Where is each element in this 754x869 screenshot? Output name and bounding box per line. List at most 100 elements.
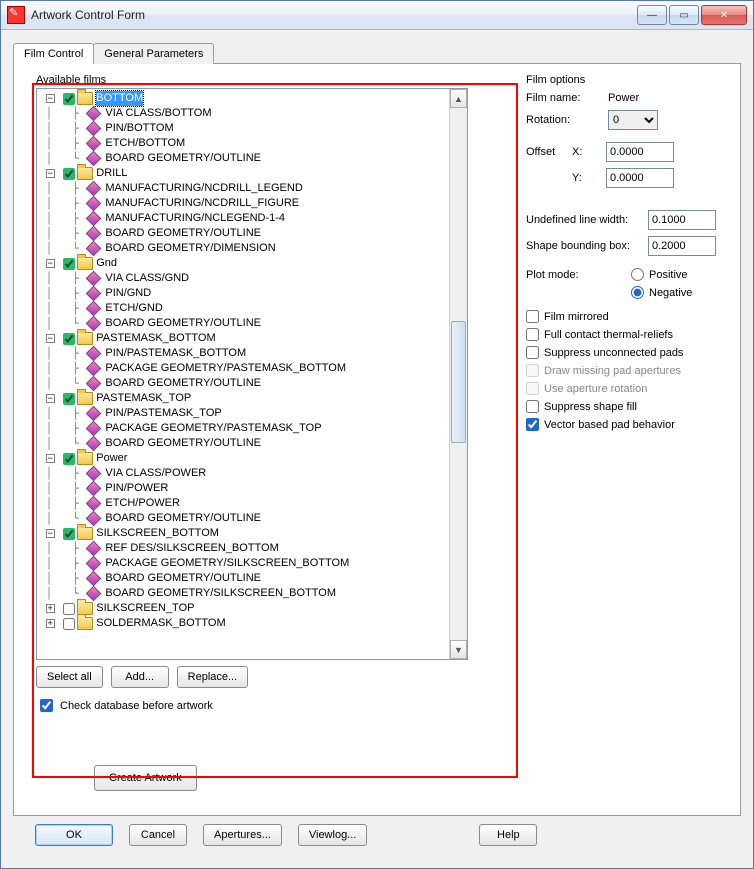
aperture-rotation-label: Use aperture rotation [544, 383, 647, 395]
tree-leaf[interactable]: │ ├ MANUFACTURING/NCDRILL_FIGURE [39, 196, 449, 211]
folder-open-icon [77, 392, 93, 405]
folder-checkbox[interactable] [63, 453, 75, 465]
select-all-button[interactable]: Select all [36, 666, 103, 688]
tree-leaf[interactable]: │ ├ MANUFACTURING/NCDRILL_LEGEND [39, 181, 449, 196]
tree-folder-pastemask-top[interactable]: − PASTEMASK_TOP [39, 391, 449, 406]
suppress-pads-checkbox[interactable] [526, 346, 539, 359]
offset-x-input[interactable] [606, 142, 674, 162]
folder-open-icon [77, 92, 93, 105]
tree-label[interactable]: BOTTOM [96, 91, 143, 106]
help-button[interactable]: Help [479, 824, 537, 846]
tree-leaf[interactable]: │ ├ VIA CLASS/GND [39, 271, 449, 286]
close-button[interactable]: ✕ [701, 5, 747, 25]
layer-icon [86, 586, 102, 602]
tree-leaf[interactable]: │ ├ MANUFACTURING/NCLEGEND-1-4 [39, 211, 449, 226]
folder-checkbox[interactable] [63, 603, 75, 615]
tree-leaf[interactable]: │ ├ PACKAGE GEOMETRY/PASTEMASK_BOTTOM [39, 361, 449, 376]
check-database-checkbox[interactable] [40, 699, 53, 712]
folder-checkbox[interactable] [63, 528, 75, 540]
cancel-button[interactable]: Cancel [129, 824, 187, 846]
collapse-icon[interactable]: − [46, 94, 55, 103]
collapse-icon[interactable]: − [46, 529, 55, 538]
tree-leaf[interactable]: │ ├ BOARD GEOMETRY/OUTLINE [39, 226, 449, 241]
folder-checkbox[interactable] [63, 618, 75, 630]
tree-leaf[interactable]: │ └ BOARD GEOMETRY/SILKSCREEN_BOTTOM [39, 586, 449, 601]
tree-leaf[interactable]: │ └ BOARD GEOMETRY/OUTLINE [39, 151, 449, 166]
folder-checkbox[interactable] [63, 168, 75, 180]
plot-mode-negative-radio[interactable] [631, 286, 644, 299]
tree-leaf[interactable]: │ ├ PIN/PASTEMASK_BOTTOM [39, 346, 449, 361]
collapse-icon[interactable]: − [46, 169, 55, 178]
folder-checkbox[interactable] [63, 333, 75, 345]
tree-leaf[interactable]: │ └ BOARD GEOMETRY/OUTLINE [39, 316, 449, 331]
plot-mode-positive-radio[interactable] [631, 268, 644, 281]
tree-leaf[interactable]: │ ├ PIN/POWER [39, 481, 449, 496]
tree-leaf[interactable]: │ └ BOARD GEOMETRY/OUTLINE [39, 376, 449, 391]
suppress-shape-checkbox[interactable] [526, 400, 539, 413]
layer-icon [86, 481, 102, 497]
tree-leaf[interactable]: │ ├ PIN/BOTTOM [39, 121, 449, 136]
tree-leaf[interactable]: │ ├ VIA CLASS/BOTTOM [39, 106, 449, 121]
collapse-icon[interactable]: − [46, 334, 55, 343]
shape-bounding-box-input[interactable] [648, 236, 716, 256]
collapse-icon[interactable]: − [46, 454, 55, 463]
tree-leaf[interactable]: │ ├ ETCH/BOTTOM [39, 136, 449, 151]
expand-icon[interactable]: + [46, 619, 55, 628]
collapse-icon[interactable]: − [46, 259, 55, 268]
offset-y-input[interactable] [606, 168, 674, 188]
add-button[interactable]: Add... [111, 666, 169, 688]
rotation-label: Rotation: [526, 114, 604, 126]
layer-icon [86, 511, 102, 527]
create-artwork-button[interactable]: Create Artwork [94, 765, 197, 791]
plot-mode-positive-label: Positive [649, 269, 688, 281]
films-tree[interactable]: − BOTTOM │ ├ VIA CLASS/BOTTOM │ ├ PIN/BO… [36, 88, 468, 660]
layer-icon [86, 361, 102, 377]
undefined-line-width-input[interactable] [648, 210, 716, 230]
replace-button[interactable]: Replace... [177, 666, 249, 688]
check-database-option[interactable]: Check database before artwork [36, 696, 514, 715]
tree-scrollbar[interactable]: ▲ ▼ [449, 89, 467, 659]
tree-folder-pastemask-bottom[interactable]: − PASTEMASK_BOTTOM [39, 331, 449, 346]
collapse-icon[interactable]: − [46, 394, 55, 403]
scroll-track[interactable] [450, 108, 467, 640]
tree-leaf[interactable]: │ ├ PIN/PASTEMASK_TOP [39, 406, 449, 421]
tree-folder-gnd[interactable]: − Gnd [39, 256, 449, 271]
tree-leaf[interactable]: │ └ BOARD GEOMETRY/DIMENSION [39, 241, 449, 256]
scroll-down-icon[interactable]: ▼ [450, 640, 467, 659]
full-contact-checkbox[interactable] [526, 328, 539, 341]
film-mirrored-checkbox[interactable] [526, 310, 539, 323]
folder-checkbox[interactable] [63, 258, 75, 270]
apertures-button[interactable]: Apertures... [203, 824, 282, 846]
tree-leaf[interactable]: │ └ BOARD GEOMETRY/OUTLINE [39, 511, 449, 526]
tree-folder-power[interactable]: − Power [39, 451, 449, 466]
tree-folder-drill[interactable]: − DRILL [39, 166, 449, 181]
tree-leaf[interactable]: │ ├ ETCH/POWER [39, 496, 449, 511]
tree-folder-bottom[interactable]: − BOTTOM [39, 91, 449, 106]
scroll-up-icon[interactable]: ▲ [450, 89, 467, 108]
tree-folder-silkscreen-top[interactable]: + SILKSCREEN_TOP [39, 601, 449, 616]
scroll-thumb[interactable] [451, 321, 466, 443]
viewlog-button[interactable]: Viewlog... [298, 824, 368, 846]
tree-leaf[interactable]: │ ├ PACKAGE GEOMETRY/PASTEMASK_TOP [39, 421, 449, 436]
tree-leaf[interactable]: │ ├ REF DES/SILKSCREEN_BOTTOM [39, 541, 449, 556]
folder-checkbox[interactable] [63, 393, 75, 405]
tree-leaf[interactable]: │ ├ PIN/GND [39, 286, 449, 301]
rotation-select[interactable]: 0 [608, 110, 658, 130]
tab-general-parameters[interactable]: General Parameters [93, 43, 214, 64]
tree-folder-soldermask-bottom[interactable]: + SOLDERMASK_BOTTOM [39, 616, 449, 631]
vector-pad-checkbox[interactable] [526, 418, 539, 431]
tree-folder-silkscreen-bottom[interactable]: − SILKSCREEN_BOTTOM [39, 526, 449, 541]
folder-checkbox[interactable] [63, 93, 75, 105]
tree-leaf[interactable]: │ ├ BOARD GEOMETRY/OUTLINE [39, 571, 449, 586]
maximize-button[interactable]: ▭ [669, 5, 699, 25]
tree-leaf[interactable]: │ ├ PACKAGE GEOMETRY/SILKSCREEN_BOTTOM [39, 556, 449, 571]
minimize-button[interactable]: — [637, 5, 667, 25]
expand-icon[interactable]: + [46, 604, 55, 613]
film-name-label: Film name: [526, 92, 604, 104]
tab-film-control[interactable]: Film Control [13, 43, 94, 64]
ok-button[interactable]: OK [35, 824, 113, 846]
window-title: Artwork Control Form [31, 8, 637, 22]
tree-leaf[interactable]: │ ├ ETCH/GND [39, 301, 449, 316]
tree-leaf[interactable]: │ ├ VIA CLASS/POWER [39, 466, 449, 481]
tree-leaf[interactable]: │ └ BOARD GEOMETRY/OUTLINE [39, 436, 449, 451]
